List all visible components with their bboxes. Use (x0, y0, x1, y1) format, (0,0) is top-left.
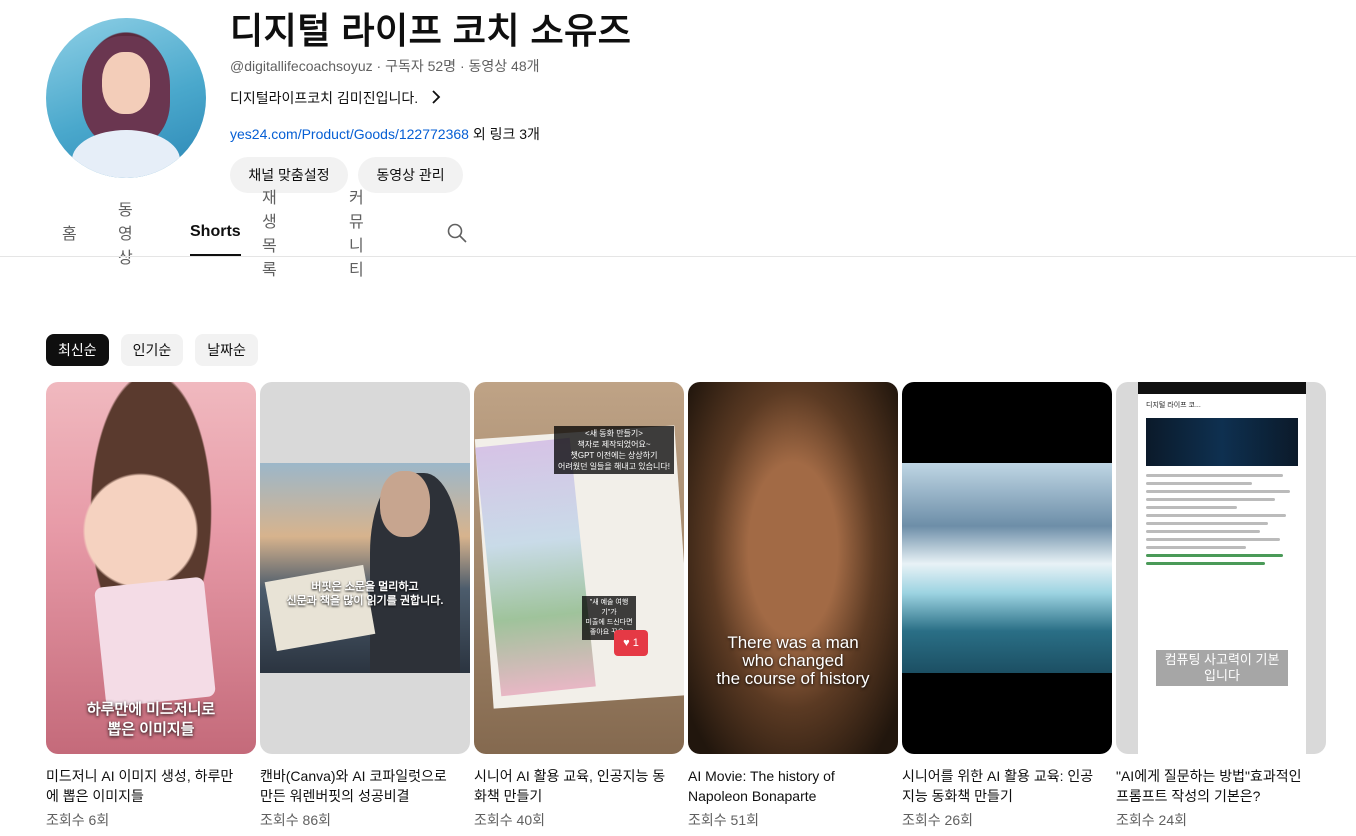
short-thumbnail[interactable]: 버핏은 소문을 멀리하고 신문과 책을 많이 읽기를 권합니다. (260, 382, 470, 754)
meta-separator: · (456, 58, 469, 74)
thumbnail-caption: There was a man who changed the course o… (716, 633, 870, 688)
tab-community[interactable]: 커뮤니티 (349, 190, 364, 279)
short-thumbnail[interactable]: <새 동화 만들기> 책자로 제작되었어요~ 챗GPT 이전에는 상상하기 어려… (474, 382, 684, 754)
text-line (1146, 498, 1276, 501)
short-title[interactable]: 시니어를 위한 AI 활용 교육: 인공지능 동화책 만들기 (902, 766, 1112, 806)
chevron-right-icon[interactable] (430, 89, 442, 107)
short-title[interactable]: AI Movie: The history of Napoleon Bonapa… (688, 766, 898, 806)
video-count: 동영상 48개 (468, 58, 540, 74)
short-thumbnail[interactable]: 하루만에 미드저니로 뽑은 이미지들 (46, 382, 256, 754)
text-line (1146, 490, 1291, 493)
subscriber-count: 구독자 52명 (385, 58, 457, 74)
tabs-divider (0, 256, 1356, 257)
short-title[interactable]: 시니어 AI 활용 교육, 인공지능 동화책 만들기 (474, 766, 684, 806)
tab-videos[interactable]: 동영상 (118, 202, 133, 267)
search-icon[interactable] (446, 222, 468, 244)
heart-icon: ♥ 1 (614, 630, 648, 656)
channel-description[interactable]: 디지털라이프코치 김미진입니다. (230, 88, 442, 108)
short-views: 조회수 40회 (474, 812, 545, 828)
chip-popular[interactable]: 인기순 (120, 334, 184, 366)
tab-home[interactable]: 홈 (62, 208, 77, 256)
avatar-shirt (72, 130, 180, 178)
channel-meta: @digitallifecoachsoyuz · 구독자 52명 · 동영상 4… (230, 56, 540, 76)
short-thumbnail[interactable]: There was a man who changed the course o… (688, 382, 898, 754)
sort-chips: 최신순 인기순 날짜순 (46, 334, 258, 366)
customize-channel-button[interactable]: 채널 맞춤설정 (230, 157, 348, 193)
avatar-face (102, 52, 150, 114)
text-line (1146, 538, 1280, 541)
short-card[interactable]: There was a man who changed the course o… (688, 382, 898, 830)
phone-top-bar: 디지털 라이프 코... (1138, 394, 1306, 416)
short-card[interactable]: <새 동화 만들기> 책자로 제작되었어요~ 챗GPT 이전에는 상상하기 어려… (474, 382, 684, 830)
text-line (1146, 546, 1247, 549)
more-links[interactable]: 외 링크 3개 (469, 126, 540, 142)
text-line (1146, 530, 1260, 533)
like-count: 1 (632, 637, 639, 649)
text-line (1146, 482, 1253, 485)
short-card[interactable]: 하루만에 미드저니로 뽑은 이미지들 미드저니 AI 이미지 생성, 하루만에 … (46, 382, 256, 830)
tab-shorts[interactable]: Shorts (190, 208, 241, 256)
short-views: 조회수 51회 (688, 812, 759, 828)
manage-videos-button[interactable]: 동영상 관리 (358, 157, 463, 193)
short-card[interactable]: 디지털 라이프 코... 컴퓨팅 사고력이 기본 입니다 "AI에게 질문하는 … (1116, 382, 1326, 830)
thumbnail-art (260, 463, 470, 673)
thumbnail-art (902, 463, 1112, 673)
description-text: 디지털라이프코치 김미진입니다. (230, 90, 419, 106)
text-line (1146, 522, 1268, 525)
short-views: 조회수 24회 (1116, 812, 1187, 828)
text-line (1146, 474, 1283, 477)
short-views: 조회수 26회 (902, 812, 973, 828)
phone-status-bar (1138, 382, 1306, 394)
text-line-highlight (1146, 562, 1265, 565)
thumbnail-caption: 하루만에 미드저니로 뽑은 이미지들 (86, 701, 216, 738)
short-card[interactable]: 버핏은 소문을 멀리하고 신문과 책을 많이 읽기를 권합니다. 캔바(Canv… (260, 382, 470, 830)
meta-separator: · (372, 58, 386, 74)
thumbnail-phone-screen: 디지털 라이프 코... (1138, 382, 1306, 754)
text-line (1146, 506, 1238, 509)
thumbnail-newspaper (264, 564, 376, 652)
phone-hero-image (1146, 418, 1298, 466)
thumbnail-art (94, 576, 216, 708)
text-line (1146, 514, 1286, 517)
phone-title: 디지털 라이프 코... (1146, 402, 1201, 409)
short-views: 조회수 86회 (260, 812, 331, 828)
short-thumbnail[interactable] (902, 382, 1112, 754)
channel-link[interactable]: yes24.com/Product/Goods/122772368 (230, 126, 469, 142)
thumbnail-caption: 컴퓨팅 사고력이 기본 입니다 (1156, 650, 1288, 686)
tab-playlists[interactable]: 재생목록 (262, 190, 277, 279)
thumbnail-caption: <새 동화 만들기> 책자로 제작되었어요~ 챗GPT 이전에는 상상하기 어려… (554, 426, 674, 474)
short-title[interactable]: "AI에게 질문하는 방법"효과적인 프롬프트 작성의 기본은? (1116, 766, 1326, 806)
short-title[interactable]: 미드저니 AI 이미지 생성, 하루만에 뽑은 이미지들 (46, 766, 256, 806)
short-thumbnail[interactable]: 디지털 라이프 코... 컴퓨팅 사고력이 기본 입니다 (1116, 382, 1326, 754)
channel-avatar[interactable] (46, 18, 206, 178)
text-line-highlight (1146, 554, 1283, 557)
chip-date[interactable]: 날짜순 (195, 334, 258, 366)
short-views: 조회수 6회 (46, 812, 110, 828)
chip-latest[interactable]: 최신순 (46, 334, 109, 366)
short-title[interactable]: 캔바(Canva)와 AI 코파일럿으로 만든 워렌버핏의 성공비결 (260, 766, 470, 806)
channel-links: yes24.com/Product/Goods/122772368 외 링크 3… (230, 124, 540, 144)
phone-text-lines (1146, 474, 1298, 565)
shorts-grid: 하루만에 미드저니로 뽑은 이미지들 미드저니 AI 이미지 생성, 하루만에 … (46, 382, 1326, 830)
channel-handle: @digitallifecoachsoyuz (230, 58, 373, 74)
short-card[interactable]: 시니어를 위한 AI 활용 교육: 인공지능 동화책 만들기 조회수 26회 (902, 382, 1112, 830)
thumbnail-caption: 버핏은 소문을 멀리하고 신문과 책을 많이 읽기를 권합니다. (286, 581, 444, 607)
thumbnail-figure-head (380, 471, 430, 537)
channel-name: 디지털 라이프 코치 소유즈 (230, 10, 632, 51)
